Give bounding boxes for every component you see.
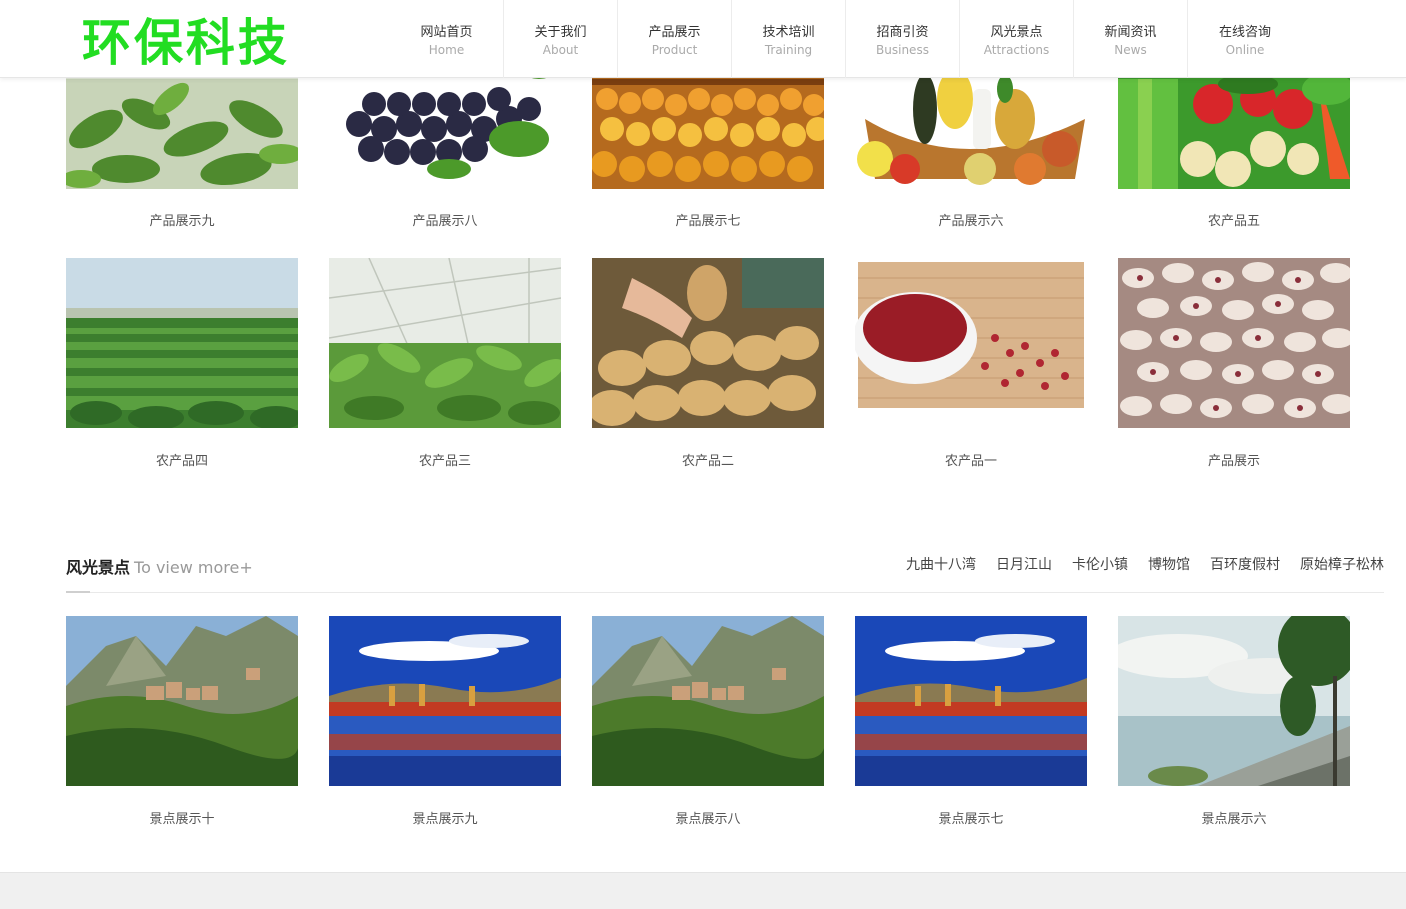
attraction-image-lake-reflection[interactable]: [329, 616, 561, 786]
site-header: 环保科技 网站首页 Home 关于我们 About 产品展示 Product 技…: [0, 0, 1406, 78]
attraction-image-mountain-village[interactable]: [592, 616, 824, 786]
nav-item-product[interactable]: 产品展示 Product: [618, 0, 732, 78]
product-caption[interactable]: 农产品二: [592, 450, 824, 469]
nav-label-cn: 产品展示: [648, 25, 701, 40]
nav-label-en: Business: [876, 43, 929, 57]
attraction-link[interactable]: 卡伦小镇: [1072, 554, 1128, 574]
attraction-link[interactable]: 九曲十八湾: [906, 554, 976, 574]
section-title-cn: 风光景点: [66, 558, 131, 577]
section-title-attractions: 风光景点 To view more+: [66, 554, 253, 578]
product-image-greenhouse[interactable]: [329, 258, 561, 428]
nav-item-online[interactable]: 在线咨询 Online: [1188, 0, 1302, 78]
product-caption[interactable]: 产品展示: [1118, 450, 1350, 469]
product-image-red-beans[interactable]: [855, 258, 1087, 428]
product-caption[interactable]: 农产品五: [1118, 210, 1350, 229]
nav-label-en: News: [1114, 43, 1147, 57]
nav-item-news[interactable]: 新闻资讯 News: [1074, 0, 1188, 78]
attraction-caption[interactable]: 景点展示六: [1118, 808, 1350, 827]
attraction-image-lake-reflection[interactable]: [855, 616, 1087, 786]
product-caption[interactable]: 农产品四: [66, 450, 298, 469]
nav-label-cn: 在线咨询: [1218, 25, 1271, 40]
product-image-potatoes[interactable]: [592, 258, 824, 428]
product-caption[interactable]: 农产品一: [855, 450, 1087, 469]
nav-label-en: Attractions: [983, 43, 1050, 57]
attraction-link[interactable]: 百环度假村: [1210, 554, 1280, 574]
attraction-link[interactable]: 博物馆: [1148, 554, 1190, 574]
attraction-caption[interactable]: 景点展示七: [855, 808, 1087, 827]
nav-label-en: Online: [1225, 43, 1265, 57]
footer: [0, 872, 1406, 909]
product-caption[interactable]: 农产品三: [329, 450, 561, 469]
main-nav: 网站首页 Home 关于我们 About 产品展示 Product 技术培训 T…: [390, 0, 1302, 78]
product-image-speckled-beans[interactable]: [1118, 258, 1350, 428]
nav-item-business[interactable]: 招商引资 Business: [846, 0, 960, 78]
product-caption[interactable]: 产品展示八: [329, 210, 561, 229]
section-divider-accent: [66, 591, 90, 593]
attraction-caption[interactable]: 景点展示八: [592, 808, 824, 827]
attraction-links: 九曲十八湾 日月江山 卡伦小镇 博物馆 百环度假村 原始樟子松林: [906, 554, 1384, 574]
nav-label-en: Training: [764, 43, 813, 57]
nav-label-en: Home: [428, 43, 465, 57]
attraction-link[interactable]: 原始樟子松林: [1300, 554, 1384, 574]
section-divider: [66, 592, 1384, 593]
attraction-caption[interactable]: 景点展示十: [66, 808, 298, 827]
nav-label-en: About: [542, 43, 579, 57]
nav-label-en: Product: [651, 43, 698, 57]
nav-label-cn: 技术培训: [762, 25, 815, 40]
product-image-vegetable-field[interactable]: [66, 258, 298, 428]
nav-item-home[interactable]: 网站首页 Home: [390, 0, 504, 78]
product-caption[interactable]: 产品展示七: [592, 210, 824, 229]
attraction-image-lakeside-path[interactable]: [1118, 616, 1350, 786]
view-more-link[interactable]: To view more+: [134, 558, 253, 577]
nav-label-cn: 招商引资: [876, 25, 929, 40]
nav-label-cn: 网站首页: [420, 25, 473, 40]
product-caption[interactable]: 产品展示六: [855, 210, 1087, 229]
attraction-caption[interactable]: 景点展示九: [329, 808, 561, 827]
attraction-link[interactable]: 日月江山: [996, 554, 1052, 574]
product-caption[interactable]: 产品展示九: [66, 210, 298, 229]
nav-label-cn: 风光景点: [990, 25, 1043, 40]
nav-item-training[interactable]: 技术培训 Training: [732, 0, 846, 78]
site-logo[interactable]: 环保科技: [82, 14, 290, 72]
nav-label-cn: 新闻资讯: [1104, 25, 1157, 40]
nav-label-cn: 关于我们: [534, 25, 587, 40]
attraction-image-mountain-village[interactable]: [66, 616, 298, 786]
nav-item-about[interactable]: 关于我们 About: [504, 0, 618, 78]
nav-item-attractions[interactable]: 风光景点 Attractions: [960, 0, 1074, 78]
